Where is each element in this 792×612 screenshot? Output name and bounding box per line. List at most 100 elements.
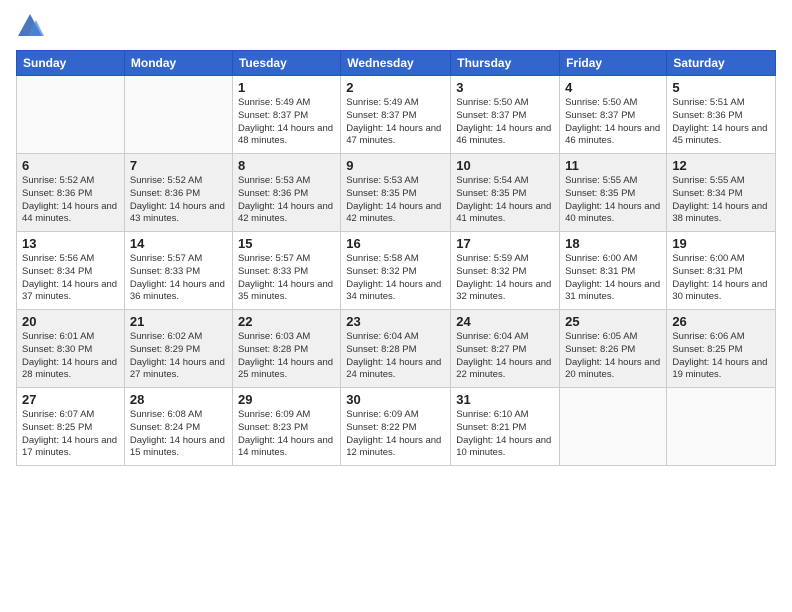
day-info: Sunrise: 5:58 AM Sunset: 8:32 PM Dayligh… bbox=[346, 253, 445, 304]
calendar-week-2: 6Sunrise: 5:52 AM Sunset: 8:36 PM Daylig… bbox=[17, 154, 776, 232]
day-number: 10 bbox=[456, 158, 554, 173]
calendar-cell bbox=[17, 76, 125, 154]
day-info: Sunrise: 6:02 AM Sunset: 8:29 PM Dayligh… bbox=[130, 331, 227, 382]
calendar-cell: 8 Sunrise: 5:53 AM Sunset: 8:36 PM Daylig… bbox=[232, 154, 340, 232]
weekday-header-sunday: Sunday bbox=[17, 51, 125, 76]
day-number: 5 bbox=[672, 80, 770, 95]
day-info: Sunrise: 5:50 AM Sunset: 8:37 PM Dayligh… bbox=[565, 97, 661, 148]
day-info: Sunrise: 6:05 AM Sunset: 8:26 PM Dayligh… bbox=[565, 331, 661, 382]
day-number: 20 bbox=[22, 314, 119, 329]
day-info: Sunrise: 5:49 AM Sunset: 8:37 PM Dayligh… bbox=[238, 97, 335, 148]
day-info: Sunrise: 6:06 AM Sunset: 8:25 PM Dayligh… bbox=[672, 331, 770, 382]
day-number: 7 bbox=[130, 158, 227, 173]
day-number: 14 bbox=[130, 236, 227, 251]
calendar-cell: 28Sunrise: 6:08 AM Sunset: 8:24 PM Dayli… bbox=[124, 388, 232, 466]
calendar-cell: 20 Sunrise: 6:01 AM Sunset: 8:30 PM Dayli… bbox=[17, 310, 125, 388]
day-number: 2 bbox=[346, 80, 445, 95]
calendar-cell: 17 Sunrise: 5:59 AM Sunset: 8:32 PM Dayli… bbox=[451, 232, 560, 310]
day-number: 13 bbox=[22, 236, 119, 251]
day-number: 31 bbox=[456, 392, 554, 407]
day-info: Sunrise: 5:53 AM Sunset: 8:35 PM Dayligh… bbox=[346, 175, 445, 226]
day-number: 23 bbox=[346, 314, 445, 329]
calendar-cell: 4 Sunrise: 5:50 AM Sunset: 8:37 PM Daylig… bbox=[560, 76, 667, 154]
calendar-cell: 5 Sunrise: 5:51 AM Sunset: 8:36 PM Daylig… bbox=[667, 76, 776, 154]
day-number: 28 bbox=[130, 392, 227, 407]
calendar-cell: 2Sunrise: 5:49 AM Sunset: 8:37 PM Daylig… bbox=[341, 76, 451, 154]
day-number: 27 bbox=[22, 392, 119, 407]
calendar-cell: 15Sunrise: 5:57 AM Sunset: 8:33 PM Dayli… bbox=[232, 232, 340, 310]
day-number: 17 bbox=[456, 236, 554, 251]
calendar-week-3: 13 Sunrise: 5:56 AM Sunset: 8:34 PM Dayli… bbox=[17, 232, 776, 310]
weekday-header-tuesday: Tuesday bbox=[232, 51, 340, 76]
day-number: 11 bbox=[565, 158, 661, 173]
day-number: 19 bbox=[672, 236, 770, 251]
calendar-cell: 22 Sunrise: 6:03 AM Sunset: 8:28 PM Dayli… bbox=[232, 310, 340, 388]
day-info: Sunrise: 6:09 AM Sunset: 8:22 PM Dayligh… bbox=[346, 409, 445, 460]
weekday-header-saturday: Saturday bbox=[667, 51, 776, 76]
day-info: Sunrise: 5:59 AM Sunset: 8:32 PM Dayligh… bbox=[456, 253, 554, 304]
day-info: Sunrise: 6:01 AM Sunset: 8:30 PM Dayligh… bbox=[22, 331, 119, 382]
day-info: Sunrise: 6:03 AM Sunset: 8:28 PM Dayligh… bbox=[238, 331, 335, 382]
day-info: Sunrise: 5:51 AM Sunset: 8:36 PM Dayligh… bbox=[672, 97, 770, 148]
calendar-cell: 3Sunrise: 5:50 AM Sunset: 8:37 PM Daylig… bbox=[451, 76, 560, 154]
calendar-cell bbox=[560, 388, 667, 466]
day-info: Sunrise: 5:55 AM Sunset: 8:35 PM Dayligh… bbox=[565, 175, 661, 226]
calendar-cell: 26 Sunrise: 6:06 AM Sunset: 8:25 PM Dayli… bbox=[667, 310, 776, 388]
day-number: 26 bbox=[672, 314, 770, 329]
calendar-cell: 23 Sunrise: 6:04 AM Sunset: 8:28 PM Dayli… bbox=[341, 310, 451, 388]
calendar-cell: 24 Sunrise: 6:04 AM Sunset: 8:27 PM Dayli… bbox=[451, 310, 560, 388]
calendar-cell: 27 Sunrise: 6:07 AM Sunset: 8:25 PM Dayli… bbox=[17, 388, 125, 466]
calendar-cell: 9 Sunrise: 5:53 AM Sunset: 8:35 PM Daylig… bbox=[341, 154, 451, 232]
day-info: Sunrise: 6:04 AM Sunset: 8:27 PM Dayligh… bbox=[456, 331, 554, 382]
weekday-header-wednesday: Wednesday bbox=[341, 51, 451, 76]
weekday-header-monday: Monday bbox=[124, 51, 232, 76]
day-info: Sunrise: 6:07 AM Sunset: 8:25 PM Dayligh… bbox=[22, 409, 119, 460]
day-number: 1 bbox=[238, 80, 335, 95]
calendar-cell bbox=[667, 388, 776, 466]
day-info: Sunrise: 5:53 AM Sunset: 8:36 PM Dayligh… bbox=[238, 175, 335, 226]
day-number: 8 bbox=[238, 158, 335, 173]
calendar-table: SundayMondayTuesdayWednesdayThursdayFrid… bbox=[16, 50, 776, 466]
calendar-cell: 1 Sunrise: 5:49 AM Sunset: 8:37 PM Daylig… bbox=[232, 76, 340, 154]
page-container: SundayMondayTuesdayWednesdayThursdayFrid… bbox=[0, 0, 792, 474]
weekday-header-friday: Friday bbox=[560, 51, 667, 76]
calendar-cell: 29Sunrise: 6:09 AM Sunset: 8:23 PM Dayli… bbox=[232, 388, 340, 466]
day-info: Sunrise: 6:10 AM Sunset: 8:21 PM Dayligh… bbox=[456, 409, 554, 460]
day-info: Sunrise: 6:00 AM Sunset: 8:31 PM Dayligh… bbox=[565, 253, 661, 304]
logo bbox=[16, 12, 48, 40]
calendar-cell: 18 Sunrise: 6:00 AM Sunset: 8:31 PM Dayli… bbox=[560, 232, 667, 310]
calendar-cell: 10Sunrise: 5:54 AM Sunset: 8:35 PM Dayli… bbox=[451, 154, 560, 232]
day-number: 30 bbox=[346, 392, 445, 407]
day-number: 29 bbox=[238, 392, 335, 407]
day-info: Sunrise: 5:55 AM Sunset: 8:34 PM Dayligh… bbox=[672, 175, 770, 226]
day-number: 18 bbox=[565, 236, 661, 251]
day-number: 25 bbox=[565, 314, 661, 329]
calendar-cell: 30 Sunrise: 6:09 AM Sunset: 8:22 PM Dayli… bbox=[341, 388, 451, 466]
calendar-cell bbox=[124, 76, 232, 154]
calendar-cell: 14Sunrise: 5:57 AM Sunset: 8:33 PM Dayli… bbox=[124, 232, 232, 310]
calendar-week-1: 1 Sunrise: 5:49 AM Sunset: 8:37 PM Daylig… bbox=[17, 76, 776, 154]
weekday-header-row: SundayMondayTuesdayWednesdayThursdayFrid… bbox=[17, 51, 776, 76]
day-number: 16 bbox=[346, 236, 445, 251]
day-info: Sunrise: 5:56 AM Sunset: 8:34 PM Dayligh… bbox=[22, 253, 119, 304]
calendar-cell: 16 Sunrise: 5:58 AM Sunset: 8:32 PM Dayli… bbox=[341, 232, 451, 310]
day-number: 3 bbox=[456, 80, 554, 95]
calendar-cell: 31 Sunrise: 6:10 AM Sunset: 8:21 PM Dayli… bbox=[451, 388, 560, 466]
calendar-cell: 6Sunrise: 5:52 AM Sunset: 8:36 PM Daylig… bbox=[17, 154, 125, 232]
calendar-cell: 19Sunrise: 6:00 AM Sunset: 8:31 PM Dayli… bbox=[667, 232, 776, 310]
day-info: Sunrise: 6:04 AM Sunset: 8:28 PM Dayligh… bbox=[346, 331, 445, 382]
logo-icon bbox=[16, 12, 44, 40]
day-number: 4 bbox=[565, 80, 661, 95]
day-number: 21 bbox=[130, 314, 227, 329]
calendar-cell: 12Sunrise: 5:55 AM Sunset: 8:34 PM Dayli… bbox=[667, 154, 776, 232]
weekday-header-thursday: Thursday bbox=[451, 51, 560, 76]
calendar-cell: 13 Sunrise: 5:56 AM Sunset: 8:34 PM Dayli… bbox=[17, 232, 125, 310]
day-info: Sunrise: 5:57 AM Sunset: 8:33 PM Dayligh… bbox=[238, 253, 335, 304]
day-number: 24 bbox=[456, 314, 554, 329]
day-number: 22 bbox=[238, 314, 335, 329]
day-number: 9 bbox=[346, 158, 445, 173]
calendar-week-5: 27 Sunrise: 6:07 AM Sunset: 8:25 PM Dayli… bbox=[17, 388, 776, 466]
header bbox=[16, 12, 776, 40]
calendar-cell: 25 Sunrise: 6:05 AM Sunset: 8:26 PM Dayli… bbox=[560, 310, 667, 388]
calendar-cell: 21 Sunrise: 6:02 AM Sunset: 8:29 PM Dayli… bbox=[124, 310, 232, 388]
